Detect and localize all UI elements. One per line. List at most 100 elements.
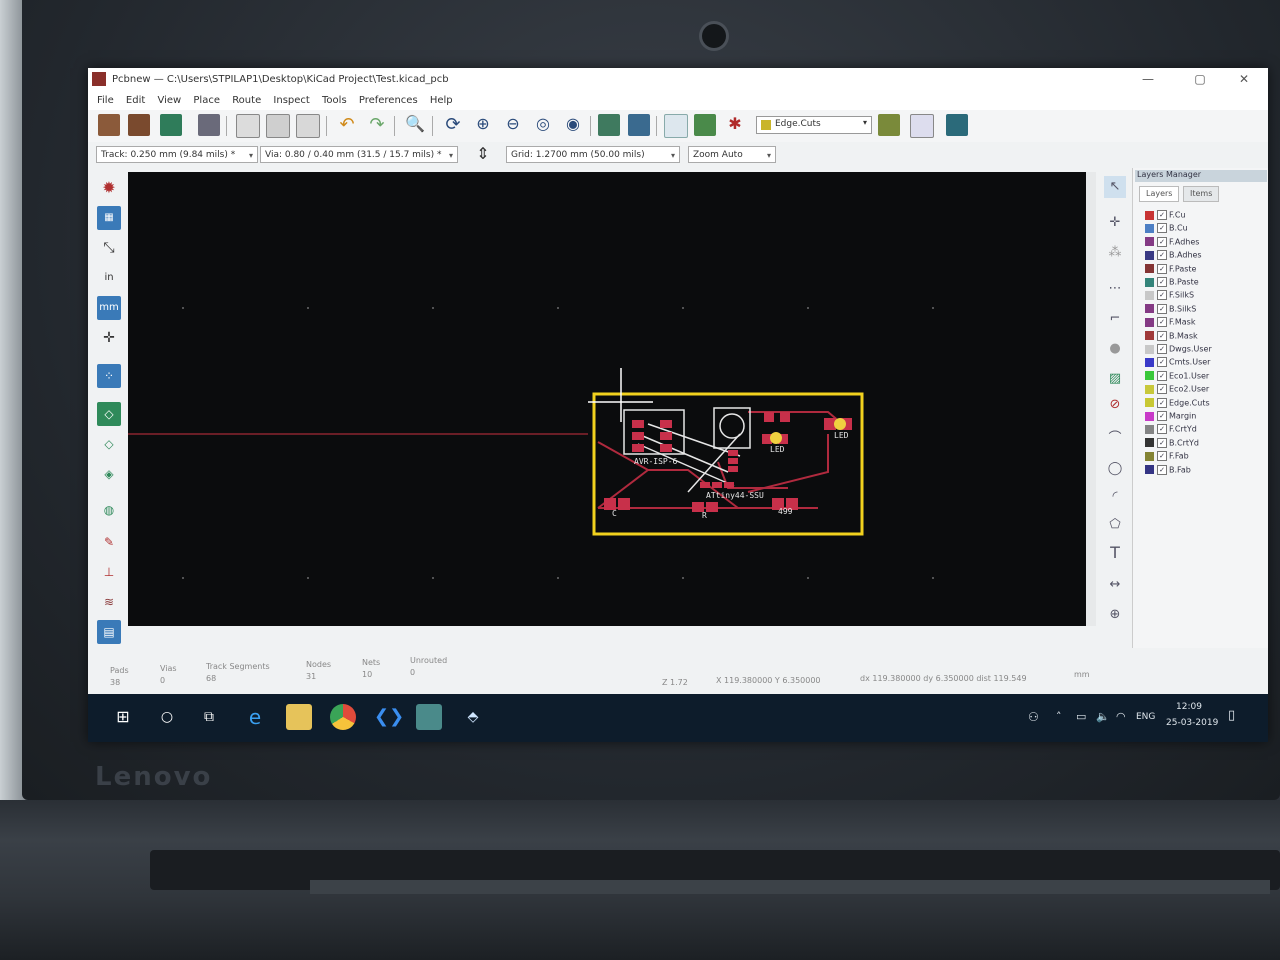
layer-color-swatch[interactable] <box>1145 264 1154 274</box>
people-icon[interactable]: ⚇ <box>1028 710 1039 724</box>
keepout-area-icon[interactable]: ⊘ <box>1104 394 1126 416</box>
menu-help[interactable]: Help <box>430 95 453 106</box>
drc-marker-icon[interactable]: ✹ <box>97 176 121 200</box>
layer-color-swatch[interactable] <box>1145 331 1154 341</box>
layer-color-swatch[interactable] <box>1145 210 1154 220</box>
layer-row[interactable]: ✓ B.Adhes <box>1145 250 1202 262</box>
zoom-out-icon[interactable]: ⊖ <box>502 114 524 136</box>
via-sketch-icon[interactable]: ✎ <box>97 530 121 554</box>
vscode-icon[interactable]: ❮❯ <box>374 704 404 730</box>
highlight-net-icon[interactable]: ✛ <box>1104 212 1126 234</box>
save-icon[interactable] <box>160 114 182 136</box>
draw-circle-icon[interactable]: ◯ <box>1104 458 1126 480</box>
clock-time[interactable]: 12:09 <box>1176 702 1202 712</box>
ratsnest-icon[interactable]: ⁘ <box>97 364 121 388</box>
layer-row[interactable]: ✓ F.Paste <box>1145 263 1196 276</box>
chevron-up-icon[interactable]: ˄ <box>1056 710 1062 723</box>
layer-color-swatch[interactable] <box>1145 465 1154 475</box>
layer-row[interactable]: ✓ B.Cu <box>1145 223 1188 235</box>
bug-icon[interactable]: ✱ <box>724 114 746 136</box>
search-icon[interactable]: ○ <box>154 704 180 730</box>
units-mm-icon[interactable]: mm <box>97 296 121 320</box>
add-dimension-icon[interactable]: ↔ <box>1104 574 1126 596</box>
zone-sketch-icon[interactable]: ◈ <box>97 462 121 486</box>
zone-outline-icon[interactable]: ◇ <box>97 432 121 456</box>
layer-color-swatch[interactable] <box>1145 438 1154 448</box>
netlist-icon[interactable] <box>664 114 688 138</box>
layer-color-swatch[interactable] <box>1145 371 1154 381</box>
layer-color-swatch[interactable] <box>1145 304 1154 314</box>
layer-visibility-checkbox[interactable]: ✓ <box>1157 344 1167 354</box>
layer-row[interactable]: ✓ F.Cu <box>1145 210 1186 222</box>
plot-icon[interactable] <box>296 114 320 138</box>
layer-visibility-checkbox[interactable]: ✓ <box>1157 250 1167 261</box>
layer-row[interactable]: ✓ Cmts.User <box>1145 357 1210 369</box>
volume-icon[interactable]: 🔈 <box>1096 710 1110 723</box>
clock-date[interactable]: 25-03-2019 <box>1166 718 1218 728</box>
edge-browser-icon[interactable]: e <box>242 704 268 730</box>
menu-tools[interactable]: Tools <box>322 95 347 106</box>
layer-color-swatch[interactable] <box>1145 277 1154 287</box>
layer-visibility-checkbox[interactable]: ✓ <box>1157 290 1167 301</box>
layer-row[interactable]: ✓ Margin <box>1145 411 1196 423</box>
zoom-selection-icon[interactable]: ◉ <box>562 114 584 136</box>
battery-icon[interactable]: ▭ <box>1076 710 1086 723</box>
layer-visibility-checkbox[interactable]: ✓ <box>1157 424 1167 435</box>
layer-visibility-checkbox[interactable]: ✓ <box>1157 277 1167 287</box>
language-indicator[interactable]: ENG <box>1136 712 1155 722</box>
menu-place[interactable]: Place <box>193 95 220 106</box>
print-icon[interactable] <box>266 114 290 138</box>
menu-route[interactable]: Route <box>232 95 261 106</box>
layer-row[interactable]: ✓ Eco2.User <box>1145 384 1209 396</box>
layer-row[interactable]: ✓ Edge.Cuts <box>1145 397 1210 410</box>
cursor-shape-icon[interactable]: ✛ <box>97 326 121 350</box>
local-ratsnest-icon[interactable]: ⁂ <box>1104 242 1126 264</box>
tab-items[interactable]: Items <box>1183 186 1220 202</box>
layer-color-swatch[interactable] <box>1145 357 1154 367</box>
layer-row[interactable]: ✓ B.CrtYd <box>1145 437 1199 450</box>
wifi-icon[interactable]: ◠ <box>1116 710 1126 723</box>
add-footprint-icon[interactable]: ⋯ <box>1104 278 1126 300</box>
layer-row[interactable]: ✓ Eco1.User <box>1145 370 1209 383</box>
redo-icon[interactable]: ↷ <box>366 114 388 136</box>
layer-visibility-checkbox[interactable]: ✓ <box>1157 370 1167 381</box>
track-width-select[interactable]: Track: 0.250 mm (9.84 mils) * ▾ <box>96 146 258 163</box>
units-inch-icon[interactable]: in <box>97 266 121 290</box>
scripting-console-icon[interactable] <box>946 114 968 136</box>
refresh-icon[interactable]: ⟳ <box>442 114 464 136</box>
via-size-select[interactable]: Via: 0.80 / 0.40 mm (31.5 / 15.7 mils) *… <box>260 146 458 163</box>
layer-visibility-checkbox[interactable]: ✓ <box>1157 451 1167 462</box>
undo-icon[interactable]: ↶ <box>336 114 358 136</box>
layer-color-swatch[interactable] <box>1145 411 1154 421</box>
auto-track-width-icon[interactable]: ⇕ <box>472 144 494 166</box>
layer-color-swatch[interactable] <box>1145 317 1154 327</box>
layer-color-swatch[interactable] <box>1145 223 1154 233</box>
layer-row[interactable]: ✓ B.SilkS <box>1145 303 1196 316</box>
layer-visibility-checkbox[interactable]: ✓ <box>1157 223 1167 234</box>
windows-start-icon[interactable]: ⊞ <box>110 704 136 730</box>
layer-row[interactable]: ✓ Dwgs.User <box>1145 344 1212 356</box>
maximize-button[interactable]: ▢ <box>1180 72 1220 86</box>
layer-row[interactable]: ✓ F.SilkS <box>1145 290 1194 302</box>
layer-row[interactable]: ✓ B.Mask <box>1145 330 1198 343</box>
pad-sketch-icon[interactable]: ◍ <box>97 498 121 522</box>
layer-pair-icon[interactable] <box>878 114 900 136</box>
board-setup-2-icon[interactable] <box>198 114 220 136</box>
layer-visibility-checkbox[interactable]: ✓ <box>1157 236 1167 247</box>
add-zone-icon[interactable]: ▨ <box>1104 368 1126 390</box>
place-target-icon[interactable]: ⊕ <box>1104 604 1126 626</box>
file-explorer-icon[interactable] <box>286 704 312 730</box>
menu-file[interactable]: File <box>97 95 114 106</box>
select-arrow-icon[interactable]: ↖ <box>1104 176 1126 198</box>
polar-coords-icon[interactable]: ⤡ <box>97 236 121 260</box>
layer-visibility-checkbox[interactable]: ✓ <box>1157 464 1167 475</box>
drc-icon[interactable] <box>694 114 716 136</box>
layer-visibility-checkbox[interactable]: ✓ <box>1157 357 1167 368</box>
layer-visibility-checkbox[interactable]: ✓ <box>1157 303 1167 314</box>
layer-visibility-checkbox[interactable]: ✓ <box>1157 263 1167 274</box>
footprint-browser-icon[interactable] <box>628 114 650 136</box>
layer-visibility-checkbox[interactable]: ✓ <box>1157 330 1167 341</box>
pcbnew-taskbar-icon[interactable]: ⬘ <box>460 704 486 730</box>
menu-edit[interactable]: Edit <box>126 95 145 106</box>
task-view-icon[interactable]: ⧉ <box>196 704 222 730</box>
